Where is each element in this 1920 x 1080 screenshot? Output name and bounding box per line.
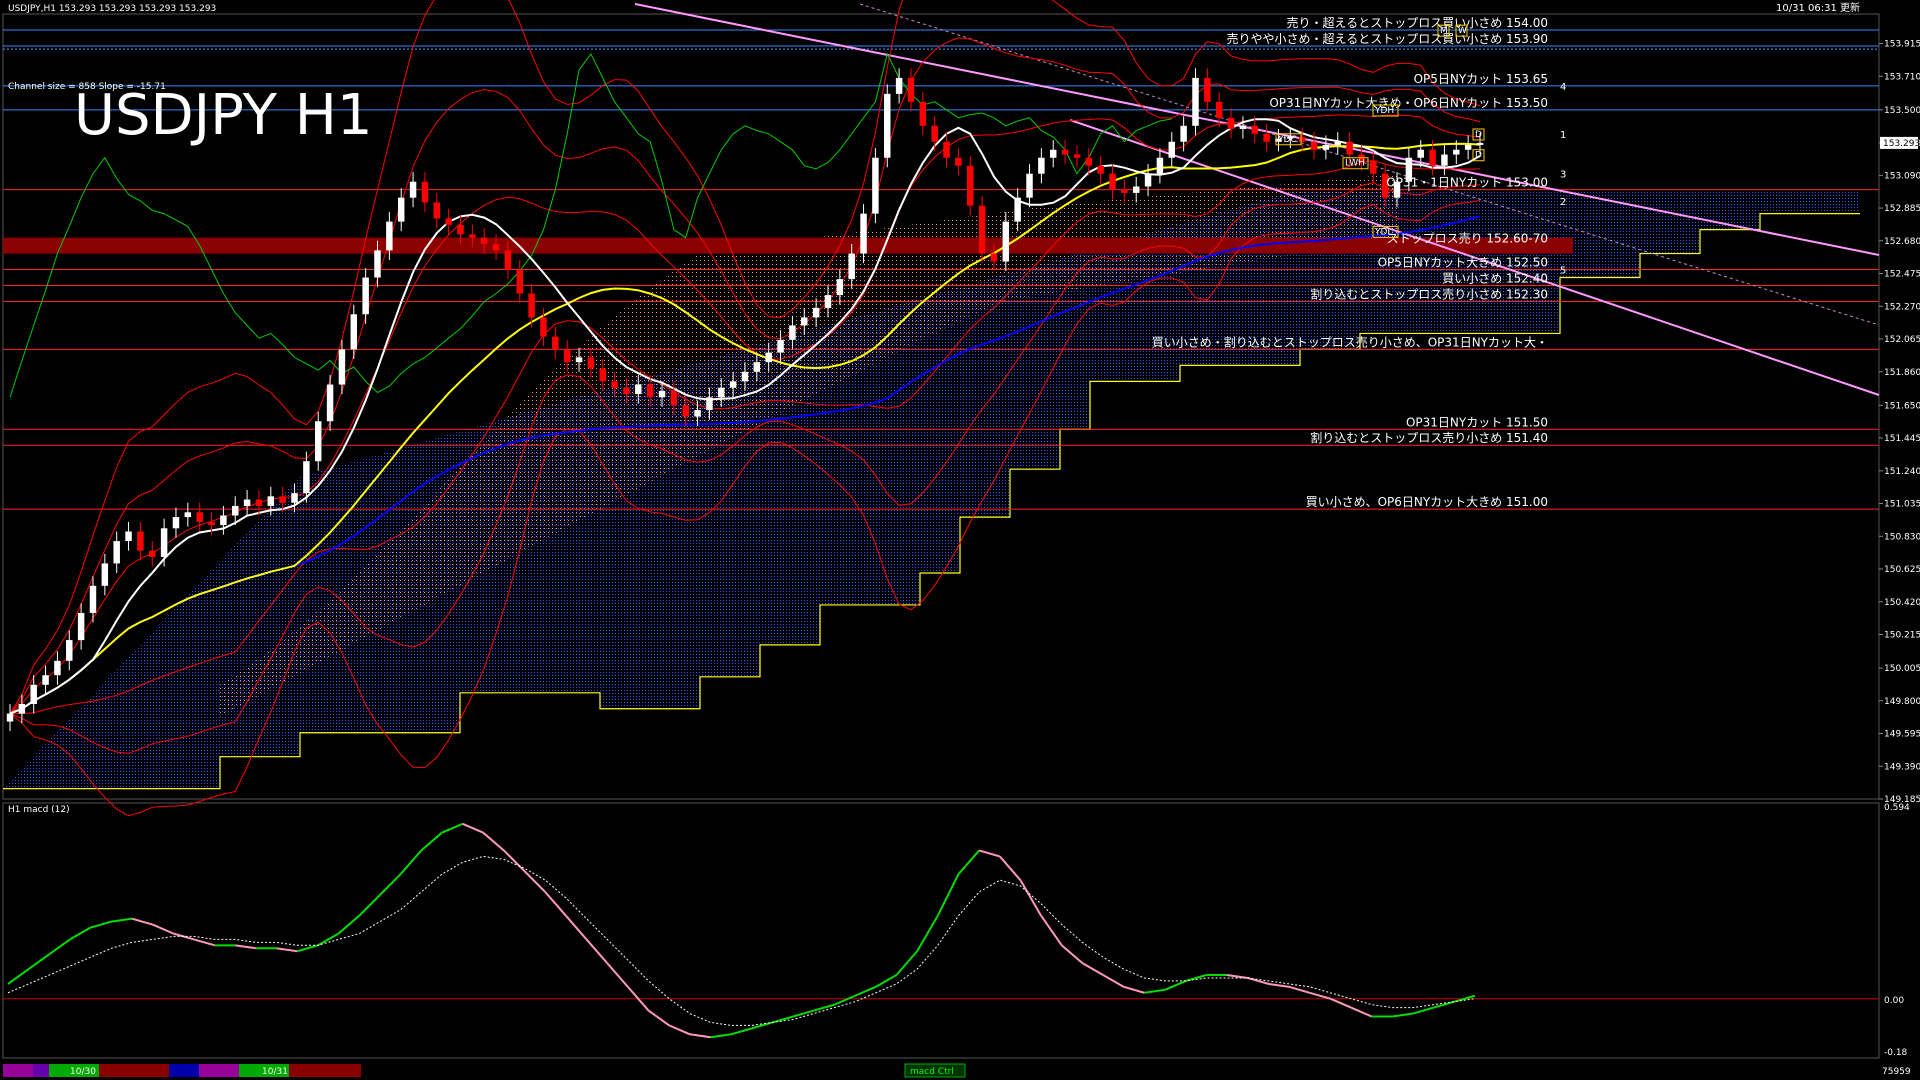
y-tick-label: 152.885 [1884, 204, 1920, 214]
level-annotation: OP31日NYカット大きめ・OP6日NYカット 153.50 [1269, 96, 1548, 110]
candle [978, 196, 986, 264]
macd-max-label: 0.594 [1884, 803, 1910, 813]
marker-label: D [1475, 151, 1482, 161]
y-tick-label: 153.710 [1884, 72, 1920, 82]
level-annotation: 割り込むとストップロス売り小さめ 151.40 [1310, 430, 1548, 445]
y-tick-label: 150.830 [1884, 532, 1920, 542]
bottom-right-number: 75959 [1882, 1067, 1911, 1077]
channel-number: 1 [1560, 130, 1566, 141]
marker-label: YDL [1374, 227, 1392, 237]
y-tick-label: 151.650 [1884, 401, 1920, 411]
y-tick-label: 153.915 [1884, 40, 1920, 50]
channel-number: 2 [1560, 197, 1566, 208]
level-annotation: OP5日NYカット 153.65 [1414, 72, 1548, 86]
y-tick-label: 152.065 [1884, 335, 1920, 345]
level-annotation: 売り・超えるとストップロス買い小さめ 154.00 [1287, 15, 1548, 30]
y-tick-label: 150.420 [1884, 598, 1920, 608]
y-tick-label: 150.625 [1884, 565, 1920, 575]
y-tick-label: 151.035 [1884, 500, 1920, 510]
level-annotation: 買い小さめ・割り込むとストップロス売り小さめ、OP31日NYカット大・ [1152, 334, 1548, 349]
level-annotation: 買い小さめ 152.40 [1442, 272, 1548, 286]
macd-min-label: -0.18 [1884, 1048, 1908, 1058]
y-tick-label: 150.215 [1884, 630, 1920, 640]
level-annotation: OP5日NYカット大きめ 152.50 [1378, 256, 1548, 270]
marker-label: YDH [1374, 106, 1394, 116]
level-annotation: 買い小さめ、OP6日NYカット大きめ 151.00 [1306, 495, 1548, 509]
marker-label: LWH [1345, 159, 1365, 169]
current-price-label: 153.293 [1883, 139, 1920, 149]
forex-chart[interactable]: 売り・超えるとストップロス買い小さめ 154.00売りやや小さめ・超えるとストッ… [0, 0, 1920, 1080]
channel-number: 4 [1560, 82, 1566, 93]
y-tick-label: 149.390 [1884, 762, 1920, 772]
date-label-1031: 10/31 [262, 1067, 288, 1077]
y-tick-label: 151.860 [1884, 368, 1920, 378]
date-label-1030: 10/30 [70, 1067, 96, 1077]
marker-label: M [1440, 26, 1448, 36]
macd-zero-label: 0.00 [1884, 996, 1904, 1006]
macd-ctrl-label[interactable]: macd Ctrl [910, 1067, 954, 1077]
y-tick-label: 151.445 [1884, 434, 1920, 444]
y-tick-label: 149.800 [1884, 697, 1920, 707]
marker-label: W [1458, 26, 1467, 36]
y-tick-label: 153.090 [1884, 171, 1920, 181]
level-annotation: 割り込むとストップロス売り小さめ 152.30 [1310, 286, 1548, 301]
symbol-info: USDJPY,H1 153.293 153.293 153.293 153.29… [8, 4, 216, 14]
y-tick-label: 149.595 [1884, 730, 1920, 740]
channel-number: 5 [1560, 266, 1566, 277]
datetime-stamp: 10/31 06:31 更新 [1776, 1, 1860, 14]
stoploss-zone [3, 237, 1573, 254]
channel-number: 3 [1560, 170, 1566, 181]
candle [884, 84, 891, 168]
level-annotation: OP31日NYカット 151.50 [1406, 415, 1548, 429]
y-tick-label: 153.500 [1884, 106, 1920, 116]
macd-label: H1 macd (12) [8, 805, 70, 815]
y-tick-label: 151.240 [1884, 467, 1920, 477]
y-tick-label: 152.475 [1884, 270, 1920, 280]
y-tick-label: 152.270 [1884, 302, 1920, 312]
y-tick-label: 152.680 [1884, 237, 1920, 247]
level-annotation: OP31・1日NYカット 153.00 [1386, 176, 1548, 190]
level-annotation: 売りやや小さめ・超えるとストップロス買い小さめ 153.90 [1227, 31, 1548, 46]
candle [872, 148, 879, 224]
marker-label: YDC [1277, 135, 1297, 145]
marker-label: D [1475, 130, 1482, 140]
candle [1192, 68, 1199, 136]
y-tick-label: 150.005 [1884, 664, 1920, 674]
chart-big-title: USDJPY H1 [74, 83, 372, 148]
level-annotation: ストップロス売り 152.60-70 [1387, 231, 1548, 246]
